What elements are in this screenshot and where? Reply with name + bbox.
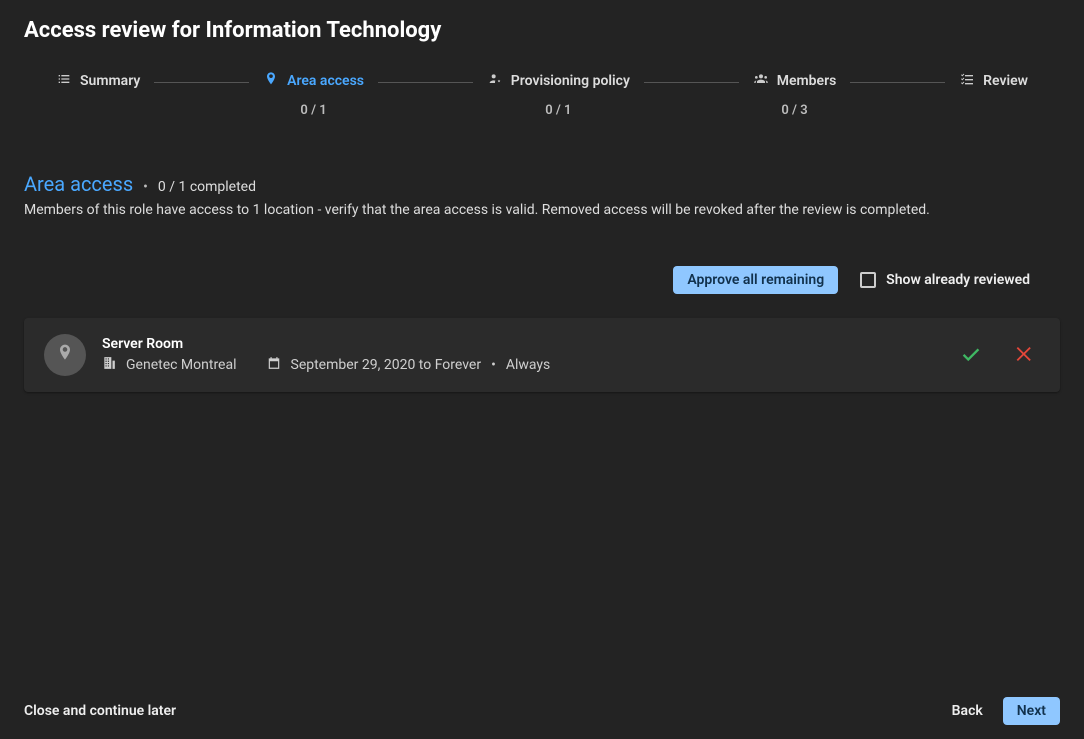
close-continue-later-link[interactable]: Close and continue later	[24, 703, 176, 719]
checkbox-label: Show already reviewed	[886, 272, 1030, 288]
access-item-card: Server Room Genetec Montreal September 2…	[24, 318, 1060, 392]
close-icon	[1014, 353, 1036, 368]
step-progress: 0 / 1	[545, 103, 571, 118]
pin-icon	[55, 343, 75, 367]
back-button[interactable]: Back	[952, 703, 983, 719]
step-label: Provisioning policy	[511, 73, 630, 89]
separator-dot: •	[491, 357, 496, 373]
step-review[interactable]: Review	[959, 71, 1028, 91]
next-button[interactable]: Next	[1003, 697, 1060, 725]
approve-all-button[interactable]: Approve all remaining	[673, 266, 838, 294]
pin-icon	[263, 71, 279, 91]
step-progress: 0 / 1	[300, 103, 326, 118]
step-provisioning[interactable]: Provisioning policy 0 / 1	[487, 71, 630, 118]
item-name: Server Room	[102, 336, 956, 352]
step-summary[interactable]: Summary	[56, 71, 140, 91]
step-label: Members	[777, 73, 837, 89]
step-divider	[154, 82, 249, 83]
checkbox-box-icon	[860, 272, 876, 288]
step-label: Area access	[287, 73, 364, 89]
check-icon	[960, 353, 982, 368]
item-timeframe: September 29, 2020 to Forever	[291, 357, 482, 373]
building-icon	[102, 356, 116, 374]
step-members[interactable]: Members 0 / 3	[753, 71, 837, 118]
separator-dot: •	[143, 179, 148, 195]
step-divider	[850, 82, 945, 83]
item-schedule: Always	[506, 357, 550, 373]
page-title: Access review for Information Technology	[24, 18, 1060, 43]
step-divider	[644, 82, 739, 83]
step-label: Summary	[80, 73, 140, 89]
reject-button[interactable]	[1010, 339, 1040, 372]
users-gear-icon	[487, 71, 503, 91]
section-description: Members of this role have access to 1 lo…	[24, 202, 1060, 218]
users-icon	[753, 71, 769, 91]
step-progress: 0 / 3	[781, 103, 807, 118]
stepper: Summary Area access 0 / 1 Provisioning p…	[24, 71, 1060, 118]
section-header: Area access • 0 / 1 completed Members of…	[24, 172, 1060, 218]
step-area-access[interactable]: Area access 0 / 1	[263, 71, 364, 118]
list-icon	[56, 71, 72, 91]
calendar-icon	[267, 356, 281, 374]
checklist-icon	[959, 71, 975, 91]
step-label: Review	[983, 73, 1028, 89]
section-counter: 0 / 1 completed	[158, 179, 256, 195]
item-location: Genetec Montreal	[126, 357, 237, 373]
approve-button[interactable]	[956, 339, 986, 372]
location-avatar	[44, 334, 86, 376]
show-reviewed-checkbox[interactable]: Show already reviewed	[860, 272, 1030, 288]
step-divider	[378, 82, 473, 83]
section-title: Area access	[24, 172, 133, 196]
